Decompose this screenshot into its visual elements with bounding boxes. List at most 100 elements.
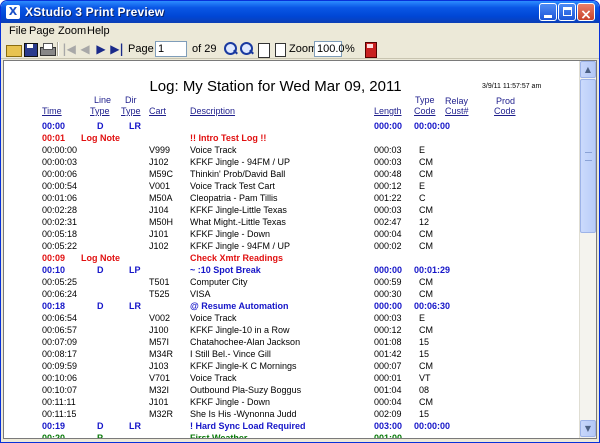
row-description: @ Resume Automation (190, 301, 289, 311)
row-length: 000:30 (374, 289, 402, 299)
minimize-button[interactable] (539, 3, 557, 21)
zoom-input[interactable]: 100.0 (314, 41, 345, 57)
row-line-type: D (97, 121, 104, 131)
row-cart: V701 (149, 373, 171, 383)
row-description: KFKF Jingle-K C Mornings (190, 361, 297, 371)
row-cart: T525 (149, 289, 170, 299)
header-prod-code: Code (494, 106, 516, 116)
row-time: 00:09:59 (42, 361, 78, 371)
row-cart: J100 (149, 325, 169, 335)
next-page-icon[interactable]: ▶ (93, 41, 109, 57)
row-time: 00:00:06 (42, 169, 78, 179)
row-length: 000:03 (374, 205, 402, 215)
row-type-code: CM (419, 205, 433, 215)
previous-page-icon[interactable]: ◀ (77, 41, 93, 57)
header-line-top: Line (94, 95, 112, 105)
log-row: 00:08:17 M34R I Still Bel.- Vince Gill 001:… (4, 348, 579, 360)
zoom-label: Zoom (289, 43, 318, 55)
row-length: 002:47 (374, 217, 402, 227)
print-icon[interactable] (39, 41, 56, 57)
row-length: 000:01 (374, 373, 402, 383)
row-description: Outbound Pla-Suzy Boggus (190, 385, 302, 395)
row-cart: J103 (149, 361, 169, 371)
row-length: 000:07 (374, 361, 402, 371)
row-description: First Weather (190, 433, 248, 439)
log-row: 00:07:09 M57I Chatahochee-Alan Jackson 001:… (4, 336, 579, 348)
row-type-code: CM (419, 289, 433, 299)
log-row: 00:01:06 M50A Cleopatria - Pam Tillis 001:2… (4, 192, 579, 204)
row-time: 00:09 (42, 253, 66, 263)
last-page-icon[interactable]: ▶| (109, 41, 125, 57)
row-type-code: CM (419, 241, 433, 251)
log-row: 00:01 Log Note !! Intro Test Log !! (4, 132, 579, 144)
row-length: 001:08 (374, 337, 402, 347)
zoom-in-icon[interactable] (223, 41, 239, 57)
row-line-type: P (97, 433, 104, 439)
row-cart: J102 (149, 241, 169, 251)
close-button[interactable]: × (577, 3, 595, 23)
window-title: XStudio 3 Print Preview (25, 5, 165, 19)
scrollbar-thumb[interactable] (580, 79, 596, 233)
row-time: 00:00:00 (42, 145, 78, 155)
menu-zoom[interactable]: Zoom (56, 23, 88, 39)
row-type-code: CM (419, 361, 433, 371)
header-type-top: Type (415, 95, 435, 105)
scroll-down-icon[interactable]: ▼ (580, 420, 596, 437)
row-description: KFKF Jingle - Down (190, 229, 271, 239)
row-dir-type: LR (129, 301, 141, 311)
row-time: 00:18 (42, 301, 66, 311)
row-time: 00:06:54 (42, 313, 78, 323)
menu-file[interactable]: File (7, 23, 29, 39)
scroll-up-icon[interactable]: ▲ (580, 61, 596, 78)
zoom-unit: % (345, 43, 355, 55)
row-type-code: 15 (419, 337, 430, 347)
first-page-icon[interactable]: |◀ (61, 41, 77, 57)
row-time: 00:05:18 (42, 229, 78, 239)
page-total: of 29 (192, 43, 217, 55)
preview-area[interactable]: Log: My Station for Wed Mar 09, 2011 3/9… (3, 60, 597, 439)
zoom-page-width-icon[interactable] (255, 41, 271, 58)
title-bar[interactable]: X XStudio 3 Print Preview × (1, 1, 599, 23)
vertical-scrollbar[interactable]: ▲ ▼ (579, 61, 596, 438)
toolbar: |◀ ◀ ▶ ▶| Page 1 of 29 Zoom 100.0 % (1, 39, 599, 59)
row-length: 000:00 (374, 121, 403, 131)
log-row: 00:06:54 V002 Voice Track 000:03 E (4, 312, 579, 324)
maximize-button[interactable] (558, 3, 576, 21)
exit-icon[interactable] (362, 41, 378, 58)
row-description: KFKF Jingle - 94FM / UP (190, 241, 291, 251)
save-icon[interactable] (22, 41, 38, 57)
open-folder-icon[interactable] (5, 41, 22, 57)
row-time: 00:10:06 (42, 373, 78, 383)
page-number-input[interactable]: 1 (155, 41, 187, 57)
row-time: 00:10:07 (42, 385, 78, 395)
row-dir-type: LP (129, 265, 141, 275)
row-cart: V001 (149, 181, 171, 191)
menu-help[interactable]: Help (85, 23, 112, 39)
log-row: 00:10:07 M32I Outbound Pla-Suzy Boggus 001:… (4, 384, 579, 396)
app-icon: X (6, 5, 20, 19)
log-row: 00:18 D LR @ Resume Automation 000:00 00:06:3… (4, 300, 579, 312)
row-description: Voice Track Test Cart (190, 181, 275, 191)
menu-page[interactable]: Page (27, 23, 57, 39)
row-type-code: CM (419, 157, 433, 167)
row-cart: M34R (149, 349, 174, 359)
row-type-code: 08 (419, 385, 430, 395)
row-time: 00:06:57 (42, 325, 78, 335)
row-type-code: CM (419, 229, 433, 239)
log-row: 00:06:24 T525 VISA 000:30 CM (4, 288, 579, 300)
row-dir-type: LR (129, 121, 141, 131)
printed-timestamp: 3/9/11 11:57:57 am (482, 83, 542, 90)
row-description: Cleopatria - Pam Tillis (190, 193, 278, 203)
row-time: 00:11:11 (42, 397, 76, 407)
row-length: 000:48 (374, 169, 402, 179)
row-length: 001:04 (374, 385, 402, 395)
page-label: Page (128, 43, 154, 55)
header-type-code: Code (414, 106, 436, 116)
zoom-full-page-icon[interactable] (271, 41, 287, 57)
row-cart: V002 (149, 313, 171, 323)
row-length: 000:02 (374, 241, 402, 251)
row-description: Check Xmtr Readings (190, 253, 284, 263)
row-type-code: 15 (419, 409, 430, 419)
row-description: I Still Bel.- Vince Gill (190, 349, 271, 359)
zoom-out-icon[interactable] (239, 41, 255, 57)
